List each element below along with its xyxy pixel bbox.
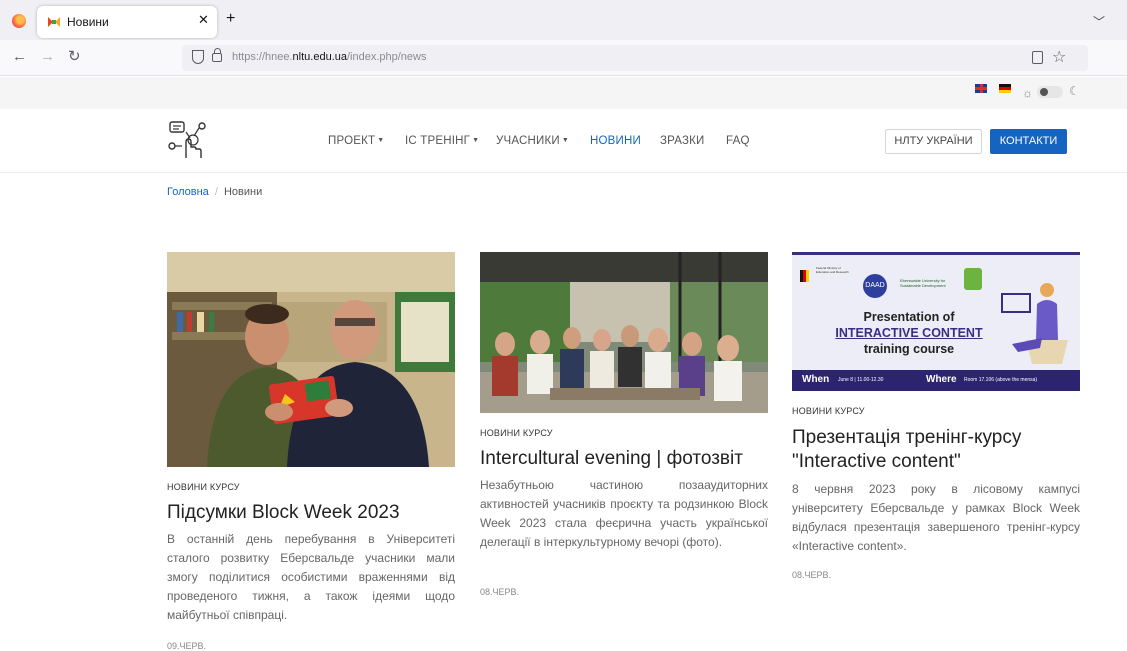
caret-down-icon: ▼: [377, 137, 385, 144]
caret-down-icon: ▼: [561, 137, 569, 144]
url-text[interactable]: https://hnee.nltu.edu.ua/index.php/news: [232, 51, 426, 63]
nltu-ukraine-button[interactable]: НЛТУ УКРАЇНИ: [885, 129, 982, 154]
plus-icon[interactable]: +: [226, 11, 235, 27]
nav-item-faq[interactable]: FAQ: [726, 135, 750, 147]
poster-when-label: When: [802, 374, 830, 385]
close-icon[interactable]: ✕: [198, 12, 209, 28]
reload-icon[interactable]: ↻: [68, 48, 81, 66]
poster-line-2: INTERACTIVE CONTENT: [835, 326, 983, 340]
breadcrumb-separator: /: [214, 186, 218, 198]
back-icon[interactable]: ←: [12, 48, 27, 66]
article-image-presentation[interactable]: Federal Ministry of Education and Resear…: [792, 252, 1080, 391]
article-category[interactable]: НОВИНИ КУРСУ: [480, 428, 553, 438]
article-text: 8 червня 2023 року в лісовому кампусі ун…: [792, 482, 1080, 553]
nav-item-samples[interactable]: ЗРАЗКИ: [660, 135, 705, 147]
sun-icon: ☼: [1022, 86, 1033, 100]
article-text: Незабутньою частиною позааудиторних акти…: [480, 478, 768, 549]
nav-item-label: ПРОЕКТ: [328, 135, 376, 147]
site-favicon-icon: [48, 17, 60, 27]
article-date: 08.ЧЕРВ.: [792, 570, 832, 580]
star-icon[interactable]: ☆: [1052, 47, 1066, 67]
address-bar[interactable]: https://hnee.nltu.edu.ua/index.php/news …: [182, 45, 1088, 71]
article-title[interactable]: Підсумки Block Week 2023: [167, 501, 457, 525]
forward-icon[interactable]: →: [40, 48, 55, 66]
poster-where-value: Room 17.106 (above the mensa): [964, 377, 1038, 383]
url-path: /index.php/news: [346, 51, 427, 63]
shield-icon[interactable]: [192, 50, 204, 64]
nav-item-project[interactable]: ПРОЕКТ ▼: [328, 135, 384, 147]
poster-bmbf-logo: Federal Ministry of Education and Resear…: [816, 266, 849, 274]
firefox-icon[interactable]: [12, 14, 26, 28]
poster-where-label: Where: [926, 374, 957, 385]
theme-toggle[interactable]: [1037, 86, 1063, 98]
nav-item-label: УЧАСНИКИ: [496, 135, 560, 147]
breadcrumb-home-link[interactable]: Головна: [167, 186, 209, 198]
article-image-block-week[interactable]: [167, 252, 455, 467]
poster-hnee-logo: Eberswalde University for Sustainable De…: [900, 278, 946, 288]
uk-flag-icon[interactable]: [975, 84, 987, 93]
article-date: 08.ЧЕРВ.: [480, 587, 520, 597]
site-logo[interactable]: [166, 118, 210, 162]
header-divider: [0, 172, 1127, 173]
tab-title: Новини: [67, 15, 109, 29]
moon-icon: ☾: [1069, 84, 1080, 98]
site-top-strip: [0, 77, 1127, 109]
nav-item-participants[interactable]: УЧАСНИКИ ▼: [496, 135, 569, 147]
de-flag-icon[interactable]: [999, 84, 1011, 93]
reader-icon[interactable]: [1032, 51, 1043, 64]
caret-down-icon: ▼: [472, 137, 480, 144]
nav-item-label: ІС ТРЕНІНГ: [405, 135, 471, 147]
breadcrumb: Головна / Новини: [167, 186, 262, 198]
url-domain: nltu.edu.ua: [292, 51, 347, 63]
poster-daad-logo: DAAD: [865, 282, 885, 289]
poster-line-1: Presentation of: [863, 310, 955, 324]
article-title[interactable]: Презентація тренінг-курсу "Interactive c…: [792, 426, 1082, 474]
url-prefix: https://hnee.: [232, 51, 293, 63]
poster-when-value: June 8 | 11.00-12.30: [838, 377, 884, 383]
article-title[interactable]: Intercultural evening | фотозвіт: [480, 447, 770, 471]
lock-icon[interactable]: [212, 48, 222, 62]
article-category[interactable]: НОВИНИ КУРСУ: [792, 406, 865, 416]
article-text: В останній день перебування в Університе…: [167, 532, 455, 622]
nav-item-news[interactable]: НОВИНИ: [590, 135, 641, 147]
article-category[interactable]: НОВИНИ КУРСУ: [167, 482, 240, 492]
article-image-intercultural[interactable]: [480, 252, 768, 413]
browser-tab[interactable]: Новини ✕: [37, 6, 217, 38]
poster-line-3: training course: [863, 342, 955, 356]
nav-item-is-training[interactable]: ІС ТРЕНІНГ ▼: [405, 135, 479, 147]
breadcrumb-current: Новини: [223, 186, 263, 198]
chevron-down-icon[interactable]: ﹀: [1093, 13, 1105, 30]
contacts-button[interactable]: КОНТАКТИ: [990, 129, 1067, 154]
browser-tab-strip: Новини ✕ + ﹀: [0, 0, 1127, 40]
